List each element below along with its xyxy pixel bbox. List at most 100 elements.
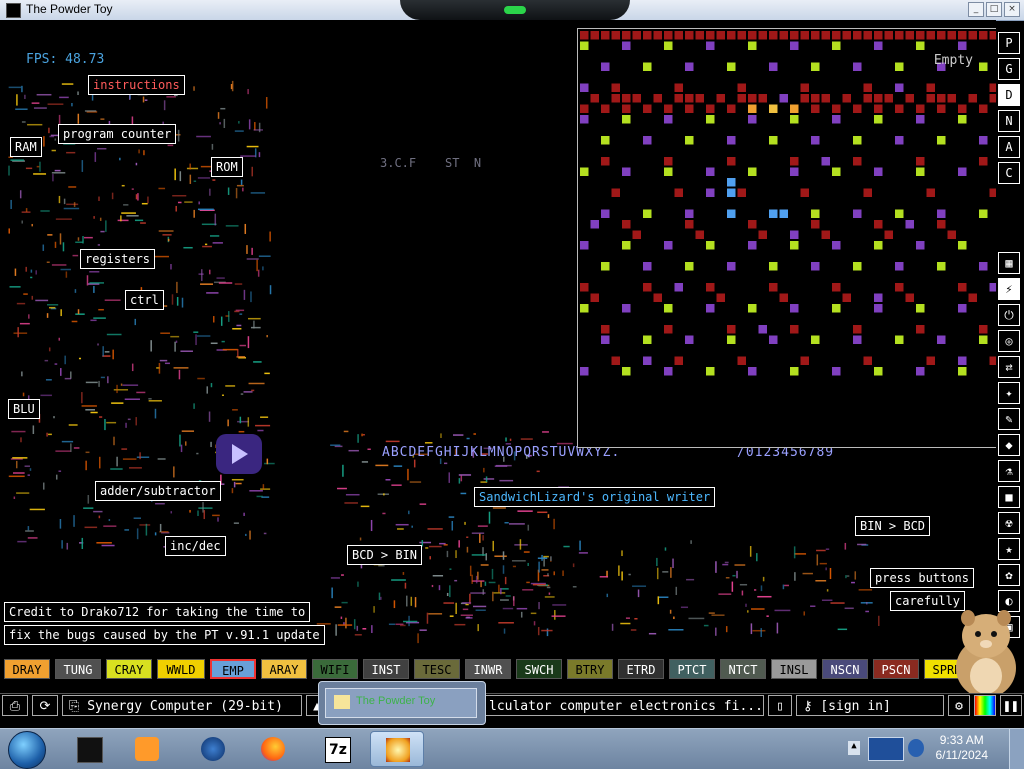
element-emp[interactable]: EMP [210,659,256,679]
element-aray[interactable]: ARAY [261,659,307,679]
category-tools-icon[interactable]: ✎ [998,408,1020,430]
element-inwr[interactable]: INWR [465,659,511,679]
window-titlebar[interactable]: The Powder Toy _ □ × [0,0,1024,21]
popup-entry[interactable]: The Powder Toy [325,688,477,718]
hover-element-status: Empty [933,53,973,68]
category-powders-icon[interactable]: ⚗ [998,460,1020,482]
element-wifi[interactable]: WIFI [312,659,358,679]
element-tung[interactable]: TUNG [55,659,101,679]
system-clock[interactable]: 9:33 AM 6/11/2024 [936,733,989,763]
element-etrd[interactable]: ETRD [618,659,664,679]
new-simulation-button[interactable]: ▯ [768,695,792,716]
category-sensors-icon[interactable]: ◎ [998,330,1020,352]
windows-taskbar: 7z ▲ 9:33 AM 6/11/2024 [0,728,1024,769]
label-credit-line-2: fix the bugs caused by the PT v.91.1 upd… [4,625,325,645]
game-canvas[interactable]: FPS: 48.73 instructions program counter … [0,20,996,656]
show-desktop-button[interactable] [1009,729,1024,769]
label-registers: registers [80,249,156,269]
label-inc-dec: inc/dec [165,536,226,556]
label-adder-subtractor: adder/subtractor [95,481,221,501]
sidebar-button-p[interactable]: P [998,32,1020,54]
clock-date: 6/11/2024 [935,748,989,762]
tags-field[interactable]: lculator computer electronics fi... [484,695,764,716]
category-life-icon[interactable]: ✿ [998,564,1020,586]
element-swch[interactable]: SWCH [516,659,562,679]
tray-expand-icon[interactable]: ▲ [848,741,860,755]
bottom-toolbar: ⎙ ⟳ ⎘ Synergy Computer (29-bit) ▲ lculat… [0,693,1024,718]
sidebar-button-c[interactable]: C [998,162,1020,184]
label-writer: SandwichLizard's original writer [474,487,716,507]
element-inst[interactable]: INST [363,659,409,679]
reload-button[interactable]: ⟳ [32,695,58,716]
element-pscn[interactable]: PSCN [873,659,919,679]
taskbar-app-7zip[interactable]: 7z [310,731,364,767]
label-rom: ROM [211,157,243,177]
taskbar-app-firefox[interactable] [246,731,300,767]
save-name-field[interactable]: ⎘ Synergy Computer (29-bit) [62,695,302,716]
label-instructions: instructions [88,75,185,95]
network-icon[interactable] [868,737,904,761]
app-icon [6,3,21,18]
category-explosives-icon[interactable]: ✦ [998,382,1020,404]
globe-icon [201,737,225,761]
category-liquids-icon[interactable]: ◆ [998,434,1020,456]
fps-counter: FPS: 48.73 [26,52,105,67]
element-ntct[interactable]: NTCT [720,659,766,679]
label-credit-line-1: Credit to Drako712 for taking the time t… [4,602,311,622]
zoom-pixel-grid [580,31,996,376]
category-grid-icon[interactable]: ▦ [998,252,1020,274]
close-button[interactable]: × [1004,2,1020,17]
element-wwld[interactable]: WWLD [157,659,205,679]
system-tray: ▲ [848,735,928,763]
label-ram: RAM [10,137,42,157]
pause-button[interactable]: ❚❚ [1000,695,1022,716]
label-program-counter: program counter [58,124,177,144]
label-bcd-to-bin: BCD > BIN [347,545,423,565]
element-btry[interactable]: BTRY [567,659,613,679]
start-button[interactable] [8,731,46,769]
element-insl[interactable]: INSL [771,659,817,679]
display-mode-button[interactable] [974,695,996,716]
taskbar-app-monitor[interactable] [62,731,116,767]
element-cray[interactable]: CRAY [106,659,152,679]
taskbar-app-powder-toy[interactable] [370,731,424,767]
category-solids-icon[interactable]: ■ [998,486,1020,508]
minimize-button[interactable]: _ [968,2,984,17]
category-electronics-icon[interactable]: ⚡ [998,278,1020,300]
play-icon [232,444,248,464]
sidebar-button-d[interactable]: D [998,84,1020,106]
taskbar-popup[interactable]: The Powder Toy [318,681,486,725]
titlebar-notch [400,0,630,20]
label-bin-to-bcd: BIN > BCD [855,516,931,536]
7zip-icon: 7z [325,737,351,763]
volume-icon[interactable] [908,739,924,757]
category-power-icon[interactable]: ⏻ [998,304,1020,326]
open-save-button[interactable]: ⎙ [2,695,28,716]
category-special-icon[interactable]: ★ [998,538,1020,560]
clock-time: 9:33 AM [939,733,984,747]
settings-button[interactable]: ⚙ [948,695,970,716]
sidebar-button-a[interactable]: A [998,136,1020,158]
media-player-icon [135,737,159,761]
category-radioactive-icon[interactable]: ☢ [998,512,1020,534]
element-tesc[interactable]: TESC [414,659,460,679]
maximize-button[interactable]: □ [986,2,1002,17]
element-dray[interactable]: DRAY [4,659,50,679]
sign-in-text: [sign in] [820,699,891,714]
save-icon: ⎘ [69,699,88,714]
sidebar-button-n[interactable]: N [998,110,1020,132]
taskbar-app-globe[interactable] [186,731,240,767]
label-press-buttons: press buttons [870,568,974,588]
firefox-icon [261,737,285,761]
window-title: The Powder Toy [26,2,113,16]
element-ptct[interactable]: PTCT [669,659,715,679]
status-led-icon [504,6,526,14]
taskbar-app-media-player[interactable] [120,731,174,767]
zoom-window: Empty [577,28,996,448]
tags-text: lculator computer electronics fi... [489,699,763,714]
category-force-icon[interactable]: ⇄ [998,356,1020,378]
sidebar-button-g[interactable]: G [998,58,1020,80]
element-nscn[interactable]: NSCN [822,659,868,679]
sign-in-button[interactable]: ⚷ [sign in] [796,695,944,716]
play-button[interactable] [216,434,262,474]
